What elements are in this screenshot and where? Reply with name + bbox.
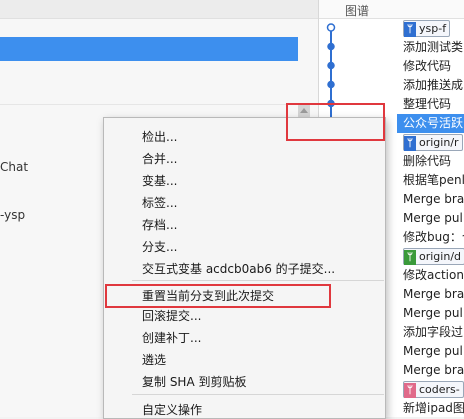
branch-icon: ᛘ <box>404 22 416 37</box>
commit-message: 整理代码 <box>403 97 452 111</box>
commit-message: Merge bra <box>403 192 464 206</box>
commit-message: 修改代码 <box>403 59 452 73</box>
menu-item[interactable]: 自定义操作 <box>142 401 202 418</box>
branch-icon: ᛘ <box>404 250 416 265</box>
commit-row[interactable]: 修改bug：个 <box>403 228 464 247</box>
menu-item[interactable]: 检出... <box>142 128 177 145</box>
commit-message: 添加字段过 <box>403 325 464 339</box>
commit-message: 添加推送成 <box>403 78 464 92</box>
commit-row[interactable]: 删除代码 <box>403 152 464 171</box>
commit-row[interactable]: 公众号活跃 <box>397 114 464 133</box>
graph-commit-node[interactable] <box>326 23 336 32</box>
menu-item[interactable]: 分支... <box>142 238 177 255</box>
commit-message: 修改bug：个 <box>403 230 464 244</box>
menu-item[interactable]: 复制 SHA 到剪贴板 <box>142 373 246 390</box>
graph-commit-node[interactable] <box>327 61 335 70</box>
commit-row[interactable]: Merge pul <box>403 209 464 228</box>
commit-row[interactable]: ᛘ origin/r <box>403 133 464 152</box>
commit-message: 修改action <box>403 268 464 282</box>
commit-row[interactable]: 添加推送成 <box>403 76 464 95</box>
branch-tag[interactable]: ᛘ origin/d <box>403 248 464 265</box>
commit-row[interactable]: Merge pul <box>403 342 464 361</box>
commit-message: Merge bra <box>403 287 464 301</box>
branch-icon: ᛘ <box>404 136 416 151</box>
left-pane-toolbar <box>0 0 318 19</box>
commit-row[interactable]: ᛘ origin/d <box>403 247 464 266</box>
menu-item[interactable]: 标签... <box>142 194 177 211</box>
menu-item[interactable]: 遴选 <box>142 351 166 368</box>
commit-row[interactable]: 根据笔penl <box>403 171 464 190</box>
divider <box>0 104 300 105</box>
branch-tag-label: ysp-f <box>419 22 447 35</box>
commit-row[interactable]: Merge bra <box>403 361 464 380</box>
commit-row[interactable]: 修改action <box>403 266 464 285</box>
graph-column-header[interactable]: 图谱 <box>319 0 464 19</box>
commit-message: 新增ipad图 <box>403 401 464 415</box>
commit-message: Merge pul <box>403 306 463 320</box>
commit-row[interactable]: Merge bra <box>403 285 464 304</box>
commit-row[interactable]: 添加测试类 <box>403 38 464 57</box>
graph-commit-node[interactable] <box>327 42 335 51</box>
menu-separator <box>132 280 384 281</box>
commit-message: Merge pul <box>403 344 463 358</box>
annotation-box-selected-commit <box>286 103 385 141</box>
menu-item[interactable]: 回滚提交... <box>142 307 201 324</box>
commit-message: 根据笔penl <box>403 173 464 187</box>
commit-row[interactable]: ᛘ coders- <box>403 380 464 399</box>
commit-message: 删除代码 <box>403 154 452 168</box>
selected-row-highlight[interactable] <box>0 37 298 61</box>
commit-row[interactable]: Merge pul <box>403 304 464 323</box>
repo-item-fragment-chat[interactable]: Chat <box>0 160 28 174</box>
branch-tag[interactable]: ᛘ ysp-f <box>403 20 451 37</box>
commit-message: Merge bra <box>403 363 464 377</box>
menu-item[interactable]: 合并... <box>142 150 177 167</box>
graph-commit-node[interactable] <box>327 80 335 89</box>
commit-row[interactable]: 添加字段过 <box>403 323 464 342</box>
menu-separator <box>132 394 384 395</box>
branch-tag-label: origin/r <box>419 136 459 149</box>
commit-row[interactable]: Merge bra <box>403 190 464 209</box>
commit-row[interactable]: 整理代码 <box>403 95 464 114</box>
commit-row[interactable]: ᛘ ysp-f <box>403 19 464 38</box>
branch-icon: ᛘ <box>404 383 416 398</box>
commit-message: Merge pul <box>403 211 463 225</box>
annotation-box-reset-item <box>105 284 331 308</box>
commit-message: 添加测试类 <box>403 40 464 54</box>
branch-tag[interactable]: ᛘ origin/r <box>403 134 463 151</box>
commit-row[interactable]: 修改代码 <box>403 57 464 76</box>
context-menu: 检出... 合并... 变基... 标签... 存档... 分支... 交互式变基 acdc… <box>103 117 386 419</box>
menu-item[interactable]: 创建补丁... <box>142 329 201 346</box>
menu-item[interactable]: 变基... <box>142 172 177 189</box>
menu-item[interactable]: 交互式变基 acdcb0ab6 的子提交... <box>142 260 335 277</box>
graph-header-label: 图谱 <box>345 4 370 18</box>
repo-item-fragment-ysp[interactable]: -ysp <box>0 208 25 222</box>
commit-row[interactable]: 新增ipad图 <box>403 399 464 418</box>
branch-tag-label: origin/d <box>419 250 462 263</box>
branch-tag[interactable]: ᛘ coders- <box>403 381 464 398</box>
commit-message: 公众号活跃 <box>403 116 464 130</box>
branch-tag-label: coders- <box>419 383 460 396</box>
menu-item[interactable]: 存档... <box>142 216 177 233</box>
